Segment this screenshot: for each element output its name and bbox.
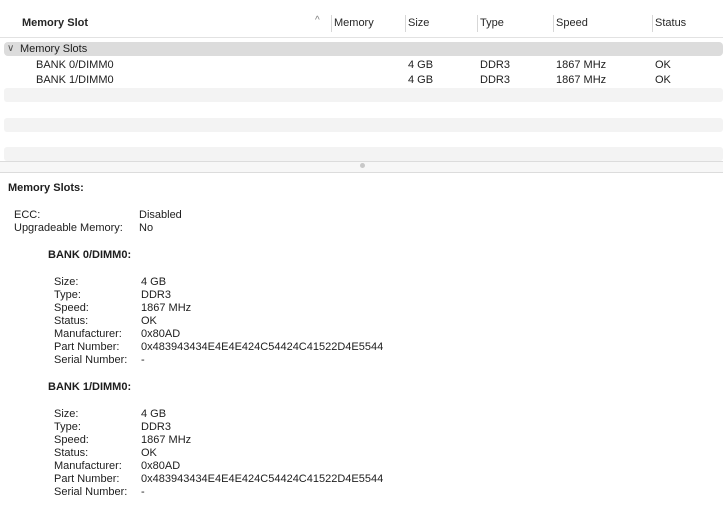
group-label: Memory Slots xyxy=(20,43,88,55)
manufacturer-label: Manufacturer: xyxy=(54,328,122,340)
column-divider[interactable] xyxy=(553,15,554,32)
manufacturer-value: 0x80AD xyxy=(141,328,181,340)
drag-handle-icon[interactable] xyxy=(360,163,365,168)
status-label: Status: xyxy=(54,447,89,459)
column-divider[interactable] xyxy=(652,15,653,32)
size-label: Size: xyxy=(54,276,79,288)
ecc-label: ECC: xyxy=(14,209,41,221)
column-divider[interactable] xyxy=(331,15,332,32)
slot-name: BANK 0/DIMM0 xyxy=(36,59,114,71)
type-value: DDR3 xyxy=(141,421,171,433)
size-label: Size: xyxy=(54,408,79,420)
speed-label: Speed: xyxy=(54,302,89,314)
column-header-memory-slot[interactable]: Memory Slot xyxy=(22,17,88,29)
speed-value: 1867 MHz xyxy=(141,434,192,446)
column-header-status[interactable]: Status xyxy=(655,17,686,29)
size-value: 4 GB xyxy=(141,276,167,288)
status-value: OK xyxy=(655,74,671,86)
serial-number-value: - xyxy=(141,354,145,366)
sort-ascending-icon[interactable]: ^ xyxy=(315,15,320,26)
speed-value: 1867 MHz xyxy=(141,302,192,314)
group-row-memory-slots[interactable] xyxy=(4,42,723,56)
speed-label: Speed: xyxy=(54,434,89,446)
empty-row xyxy=(4,118,723,132)
disclosure-chevron-icon[interactable]: ∨ xyxy=(7,43,14,54)
slot-name: BANK 1/DIMM0 xyxy=(36,74,114,86)
part-number-value: 0x483943434E4E4E424C54424C41522D4E5544 xyxy=(141,473,384,485)
serial-number-label: Serial Number: xyxy=(54,354,128,366)
upgradeable-label: Upgradeable Memory: xyxy=(14,222,123,234)
manufacturer-value: 0x80AD xyxy=(141,460,181,472)
status-value: OK xyxy=(141,315,157,327)
size-value: 4 GB xyxy=(408,59,434,71)
column-divider[interactable] xyxy=(477,15,478,32)
column-header-type[interactable]: Type xyxy=(480,17,504,29)
size-value: 4 GB xyxy=(141,408,167,420)
empty-row xyxy=(4,88,723,102)
status-value: OK xyxy=(655,59,671,71)
part-number-value: 0x483943434E4E4E424C54424C41522D4E5544 xyxy=(141,341,384,353)
type-label: Type: xyxy=(54,421,81,433)
type-label: Type: xyxy=(54,289,81,301)
speed-value: 1867 MHz xyxy=(556,74,607,86)
ecc-value: Disabled xyxy=(139,209,182,221)
empty-row xyxy=(4,147,723,161)
serial-number-value: - xyxy=(141,486,145,498)
column-header-size[interactable]: Size xyxy=(408,17,429,29)
column-header-memory[interactable]: Memory xyxy=(334,17,374,29)
status-label: Status: xyxy=(54,315,89,327)
column-divider[interactable] xyxy=(405,15,406,32)
details-title: Memory Slots: xyxy=(8,182,84,194)
bank-title: BANK 0/DIMM0: xyxy=(48,249,132,261)
bank-title: BANK 1/DIMM0: xyxy=(48,381,132,393)
part-number-label: Part Number: xyxy=(54,473,120,485)
serial-number-label: Serial Number: xyxy=(54,486,128,498)
status-value: OK xyxy=(141,447,157,459)
upgradeable-value: No xyxy=(139,222,154,234)
part-number-label: Part Number: xyxy=(54,341,120,353)
manufacturer-label: Manufacturer: xyxy=(54,460,122,472)
size-value: 4 GB xyxy=(408,74,434,86)
column-header-speed[interactable]: Speed xyxy=(556,17,588,29)
type-value: DDR3 xyxy=(480,59,510,71)
type-value: DDR3 xyxy=(141,289,171,301)
speed-value: 1867 MHz xyxy=(556,59,607,71)
type-value: DDR3 xyxy=(480,74,510,86)
